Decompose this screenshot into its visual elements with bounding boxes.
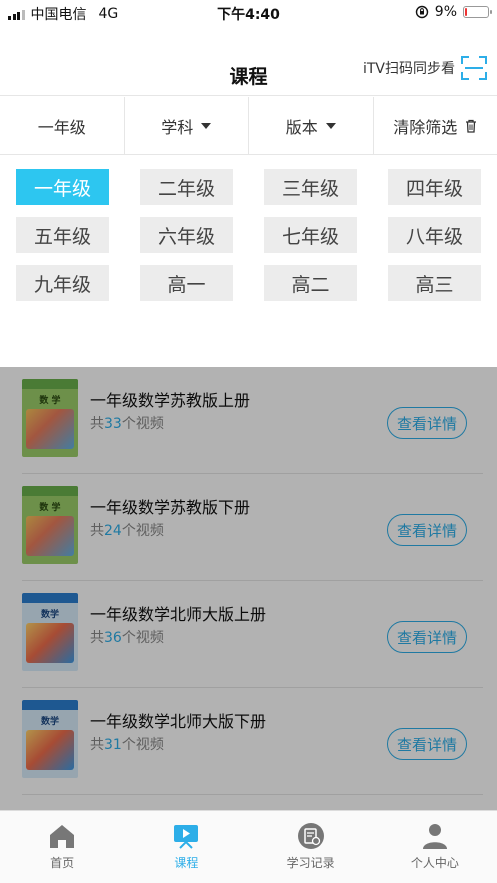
course-cover-image: 数 学 bbox=[22, 486, 78, 564]
count-number: 36 bbox=[104, 630, 122, 646]
grade-filter-label: 一年级 bbox=[37, 117, 86, 137]
count-prefix: 共 bbox=[90, 523, 104, 539]
chevron-down-icon bbox=[201, 122, 212, 129]
grade-option[interactable]: 一年级 bbox=[16, 169, 109, 205]
grade-option[interactable]: 高一 bbox=[140, 265, 233, 301]
grade-option[interactable]: 高二 bbox=[264, 265, 357, 301]
filter-bar: 一年级 学科 版本 清除筛选 bbox=[0, 97, 497, 155]
tab-profile-label: 个人中心 bbox=[410, 856, 459, 870]
grade-option[interactable]: 四年级 bbox=[388, 169, 481, 205]
scan-sync-label: iTV扫码同步看 bbox=[362, 61, 455, 77]
status-right: 9% bbox=[415, 4, 492, 20]
battery-percent: 9% bbox=[434, 4, 457, 20]
trash-icon bbox=[466, 119, 477, 133]
tab-course-label: 课程 bbox=[174, 856, 199, 870]
record-icon bbox=[297, 823, 324, 849]
count-prefix: 共 bbox=[90, 630, 104, 646]
tab-course[interactable]: 课程 bbox=[124, 811, 248, 883]
grade-dropdown: 一年级 二年级 三年级 四年级五年级 六年级 七年级 八年级九年级 高一 高二 高三 bbox=[0, 155, 497, 367]
count-prefix: 共 bbox=[90, 737, 104, 753]
divider bbox=[22, 794, 483, 795]
grade-option[interactable]: 七年级 bbox=[264, 217, 357, 253]
count-prefix: 共 bbox=[90, 416, 104, 432]
count-number: 31 bbox=[104, 737, 122, 753]
rotation-lock-icon bbox=[415, 5, 428, 19]
cover-title: 数 学 bbox=[39, 396, 61, 406]
grade-grid: 一年级 二年级 三年级 四年级五年级 六年级 七年级 八年级九年级 高一 高二 高三 bbox=[16, 169, 481, 301]
count-suffix: 个视频 bbox=[121, 416, 164, 432]
course-row[interactable]: 数学 一年级数学北师大版下册 共31个视频 查看详情 bbox=[0, 688, 497, 795]
edition-filter-label: 版本 bbox=[285, 117, 318, 137]
grade-filter[interactable]: 一年级 bbox=[0, 97, 125, 154]
view-details-button[interactable]: 查看详情 bbox=[387, 514, 467, 546]
count-suffix: 个视频 bbox=[121, 737, 164, 753]
chevron-down-icon bbox=[325, 122, 336, 129]
tab-records-label: 学习记录 bbox=[286, 856, 335, 870]
course-row[interactable]: 数 学 一年级数学苏教版下册 共24个视频 查看详情 bbox=[0, 474, 497, 581]
view-details-button[interactable]: 查看详情 bbox=[387, 621, 467, 653]
cover-title: 数学 bbox=[40, 610, 59, 620]
clear-filter-button[interactable]: 清除筛选 bbox=[374, 97, 497, 154]
course-row[interactable]: 数 学 一年级数学苏教版上册 共33个视频 查看详情 bbox=[0, 367, 497, 474]
cover-title: 数学 bbox=[40, 717, 59, 727]
clear-filter-label: 清除筛选 bbox=[393, 117, 458, 137]
grade-option[interactable]: 六年级 bbox=[140, 217, 233, 253]
video-count: 共31个视频 bbox=[90, 734, 164, 754]
subject-filter[interactable]: 学科 bbox=[125, 97, 249, 154]
cover-title: 数 学 bbox=[39, 503, 61, 513]
edition-filter[interactable]: 版本 bbox=[249, 97, 374, 154]
tab-home[interactable]: 首页 bbox=[0, 811, 124, 883]
grade-option[interactable]: 八年级 bbox=[388, 217, 481, 253]
home-icon bbox=[50, 825, 75, 848]
course-name: 一年级数学苏教版下册 bbox=[90, 498, 251, 517]
count-number: 33 bbox=[104, 416, 122, 432]
grade-option[interactable]: 五年级 bbox=[16, 217, 109, 253]
course-cover-image: 数学 bbox=[22, 593, 78, 671]
person-icon bbox=[422, 824, 447, 849]
grade-option[interactable]: 三年级 bbox=[264, 169, 357, 205]
video-count: 共36个视频 bbox=[90, 627, 164, 647]
video-count: 共33个视频 bbox=[90, 413, 164, 433]
video-count: 共24个视频 bbox=[90, 520, 164, 540]
grade-option[interactable]: 高三 bbox=[388, 265, 481, 301]
battery-icon bbox=[463, 6, 492, 18]
course-row[interactable]: 数学 一年级数学北师大版上册 共36个视频 查看详情 bbox=[0, 581, 497, 688]
grade-option[interactable]: 二年级 bbox=[140, 169, 233, 205]
count-number: 24 bbox=[104, 523, 122, 539]
tab-profile[interactable]: 个人中心 bbox=[373, 811, 497, 883]
video-icon bbox=[174, 825, 199, 849]
course-list: 数 学一年级数学苏教版上册 共33个视频 查看详情数 学一年级数学苏教版下册 共24个… bbox=[0, 367, 497, 810]
course-cover-image: 数学 bbox=[22, 700, 78, 778]
status-bar: 中国电信 4G 下午4:40 9% bbox=[0, 0, 497, 26]
subject-filter-label: 学科 bbox=[161, 117, 194, 137]
count-suffix: 个视频 bbox=[121, 630, 164, 646]
view-details-button[interactable]: 查看详情 bbox=[387, 407, 467, 439]
tab-records[interactable]: 学习记录 bbox=[249, 811, 373, 883]
scan-icon bbox=[461, 56, 487, 80]
scan-sync-button[interactable]: iTV扫码同步看 bbox=[363, 56, 487, 80]
grade-option[interactable]: 九年级 bbox=[16, 265, 109, 301]
count-suffix: 个视频 bbox=[121, 523, 164, 539]
course-name: 一年级数学北师大版上册 bbox=[90, 605, 267, 624]
course-cover-image: 数 学 bbox=[22, 379, 78, 457]
course-name: 一年级数学北师大版下册 bbox=[90, 712, 267, 731]
tab-home-label: 首页 bbox=[50, 856, 75, 870]
course-name: 一年级数学苏教版上册 bbox=[90, 391, 251, 410]
view-details-button[interactable]: 查看详情 bbox=[387, 728, 467, 760]
nav-bar: 课程 iTV扫码同步看 bbox=[0, 26, 497, 96]
tab-bar: 首页 课程 学习记录 个人中心 bbox=[0, 810, 497, 883]
